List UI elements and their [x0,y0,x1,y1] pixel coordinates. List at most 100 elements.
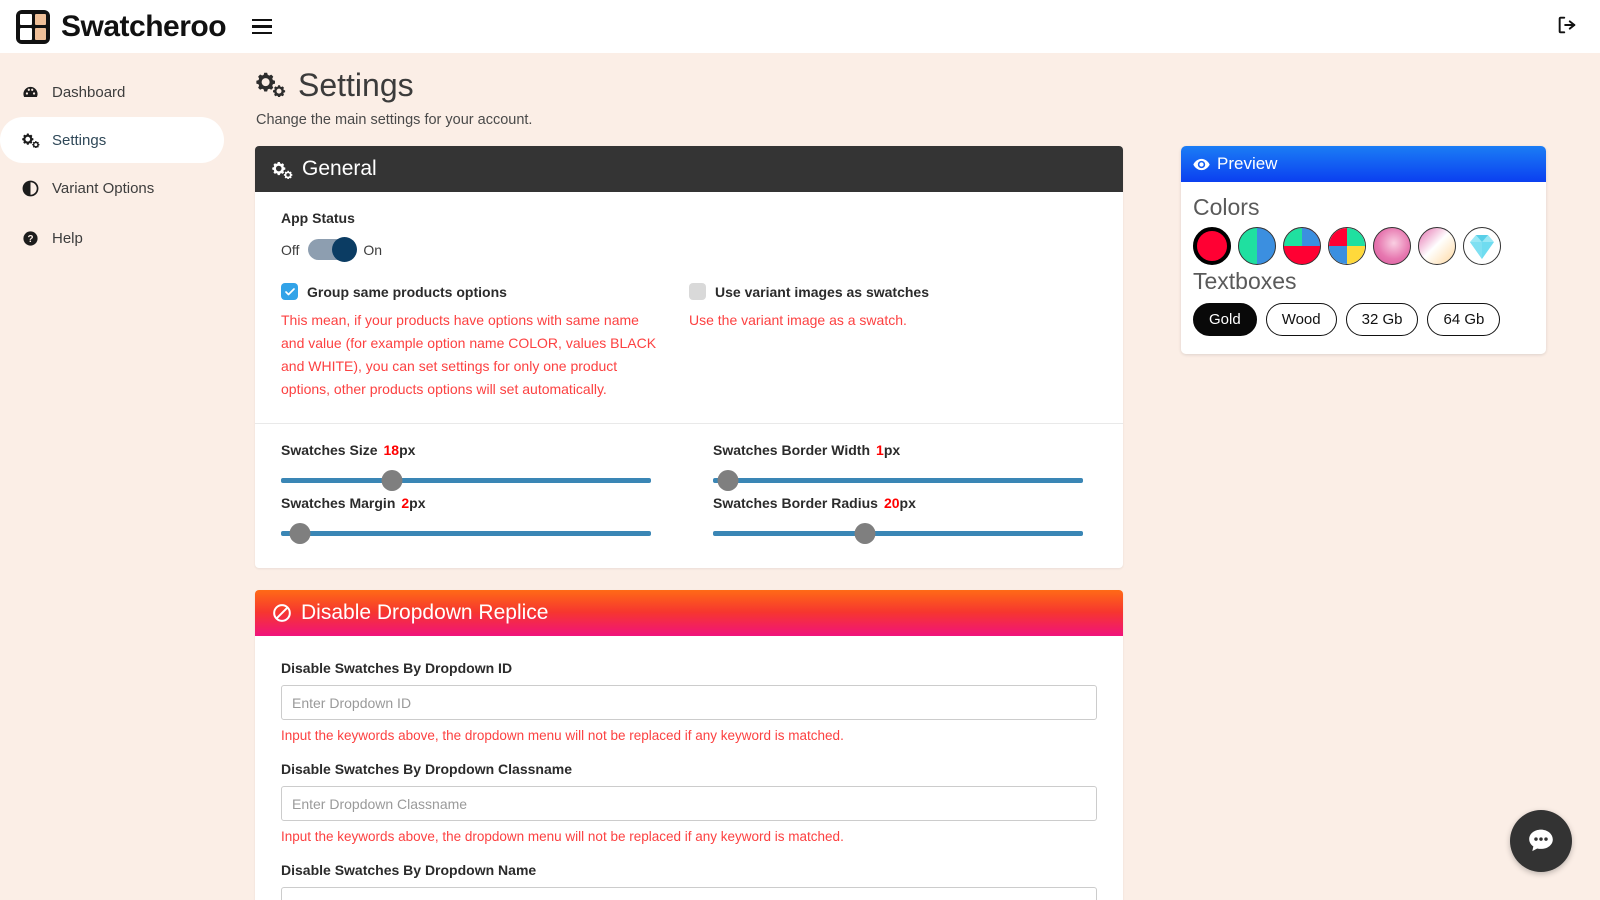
cogs-icon [272,160,293,179]
slider-thumb[interactable] [717,470,738,491]
preview-column: Preview Colors [1181,146,1561,900]
slider-thumb[interactable] [289,523,310,544]
divider [255,423,1123,424]
slider-track[interactable] [713,478,1083,483]
general-card-header: General [255,146,1123,192]
sidebar-item-dashboard[interactable]: Dashboard [0,69,224,115]
slider-thumb[interactable] [382,470,403,491]
slider-grid: Swatches Size 18 px Swatches Border Width 1… [281,442,1097,548]
swatch-red-solid[interactable] [1193,227,1231,265]
general-card-title: General [302,157,377,181]
sign-out-icon[interactable] [1556,14,1578,41]
settings-column: General App Status Off On [255,146,1123,900]
ban-icon [272,603,292,623]
cogs-icon [22,132,44,148]
field-dropdown-id: Disable Swatches By Dropdown ID Input th… [281,660,1097,743]
swatch-row [1193,227,1534,265]
textboxes-label: Textboxes [1193,268,1534,295]
sidebar-item-label: Settings [52,132,106,149]
adjust-icon [22,180,44,197]
sidebar-item-settings[interactable]: Settings [0,117,224,163]
question-circle-icon: ? [22,230,44,247]
swatch-pink-peach-diagonal[interactable] [1418,227,1456,265]
slider-label: Swatches Margin [281,495,395,511]
swatch-pink-radial[interactable] [1373,227,1411,265]
app-status-label: App Status [281,210,1097,226]
slider-thumb[interactable] [854,523,875,544]
brand[interactable]: Swatcheroo [16,10,226,44]
field-help: Input the keywords above, the dropdown m… [281,728,1097,743]
sidebar-item-help[interactable]: ? Help [0,215,224,261]
colors-label: Colors [1193,194,1534,221]
slider-track[interactable] [281,478,651,483]
slider-unit: px [409,495,425,511]
eye-icon [1193,158,1210,171]
textbox-option-32gb[interactable]: 32 Gb [1346,303,1419,336]
textbox-option-gold[interactable]: Gold [1193,303,1257,336]
slider-unit: px [900,495,916,511]
swatch-four-quadrant[interactable] [1328,227,1366,265]
general-card: General App Status Off On [255,146,1123,568]
field-label: Disable Swatches By Dropdown Classname [281,761,1097,777]
dropdown-name-input[interactable] [281,887,1097,900]
dropdown-classname-input[interactable] [281,786,1097,821]
checkbox-group-variant-images: Use variant images as swatches Use the v… [689,283,1097,401]
swatch-diamond-image[interactable] [1463,227,1501,265]
field-dropdown-name: Disable Swatches By Dropdown Name [281,862,1097,900]
toggle-off-label: Off [281,242,299,258]
textbox-option-64gb[interactable]: 64 Gb [1427,303,1500,336]
sidebar: Dashboard Settings Variant Options ? Hel… [0,53,232,900]
slider-value: 20 [884,495,900,511]
field-label: Disable Swatches By Dropdown Name [281,862,1097,878]
use-variant-images-checkbox[interactable] [689,283,706,300]
sidebar-item-variant-options[interactable]: Variant Options [0,165,224,211]
sidebar-item-label: Help [52,230,83,247]
app-status-toggle[interactable] [308,239,354,260]
field-help: Input the keywords above, the dropdown m… [281,829,1097,844]
slider-track[interactable] [281,531,651,536]
group-same-products-checkbox[interactable] [281,283,298,300]
page-title: Settings [298,67,414,104]
checkbox-label: Use variant images as swatches [715,284,929,300]
slider-label: Swatches Size [281,442,378,458]
slider-swatches-border-radius: Swatches Border Radius 20px [689,495,1097,536]
diamond-icon [1464,228,1500,264]
page-header: Settings [232,53,1600,104]
dashboard-icon [22,84,44,101]
svg-text:?: ? [27,234,33,245]
slider-value: 2 [401,495,409,511]
slider-label: Swatches Border Width [713,442,870,458]
slider-label: Swatches Border Radius [713,495,878,511]
disable-dropdown-title: Disable Dropdown Replice [301,601,548,625]
slider-track[interactable] [713,531,1083,536]
slider-value: 1 [876,442,884,458]
toggle-knob [332,237,357,262]
field-dropdown-classname: Disable Swatches By Dropdown Classname I… [281,761,1097,844]
preview-title: Preview [1217,154,1277,174]
toggle-on-label: On [363,242,382,258]
field-label: Disable Swatches By Dropdown ID [281,660,1097,676]
cogs-icon [256,70,286,102]
textbox-row: Gold Wood 32 Gb 64 Gb [1193,303,1534,336]
textbox-option-wood[interactable]: Wood [1266,303,1337,336]
slider-swatches-border-width: Swatches Border Width1px [689,442,1097,483]
preview-card: Preview Colors [1181,146,1546,354]
checkbox-grid: Group same products options This mean, i… [281,283,1097,401]
top-bar: Swatcheroo [0,0,1600,53]
brand-name: Swatcheroo [61,10,226,44]
slider-value: 18 [384,442,400,458]
swatch-green-blue-red-thirds[interactable] [1283,227,1321,265]
hamburger-icon[interactable] [252,19,272,35]
disable-dropdown-header: Disable Dropdown Replice [255,590,1123,636]
grid-logo-icon [16,10,50,44]
main-content: Settings Change the main settings for yo… [232,53,1600,900]
slider-swatches-margin: Swatches Margin 2px [281,495,689,536]
disable-dropdown-card: Disable Dropdown Replice Disable Swatche… [255,590,1123,900]
dropdown-id-input[interactable] [281,685,1097,720]
checkbox-help-text: Use the variant image as a swatch. [689,309,1071,332]
chat-bubble-icon[interactable] [1510,810,1572,872]
swatch-green-blue-half[interactable] [1238,227,1276,265]
slider-swatches-size: Swatches Size18px [281,442,689,483]
sidebar-item-label: Dashboard [52,84,125,101]
checkbox-help-text: This mean, if your products have options… [281,309,663,401]
